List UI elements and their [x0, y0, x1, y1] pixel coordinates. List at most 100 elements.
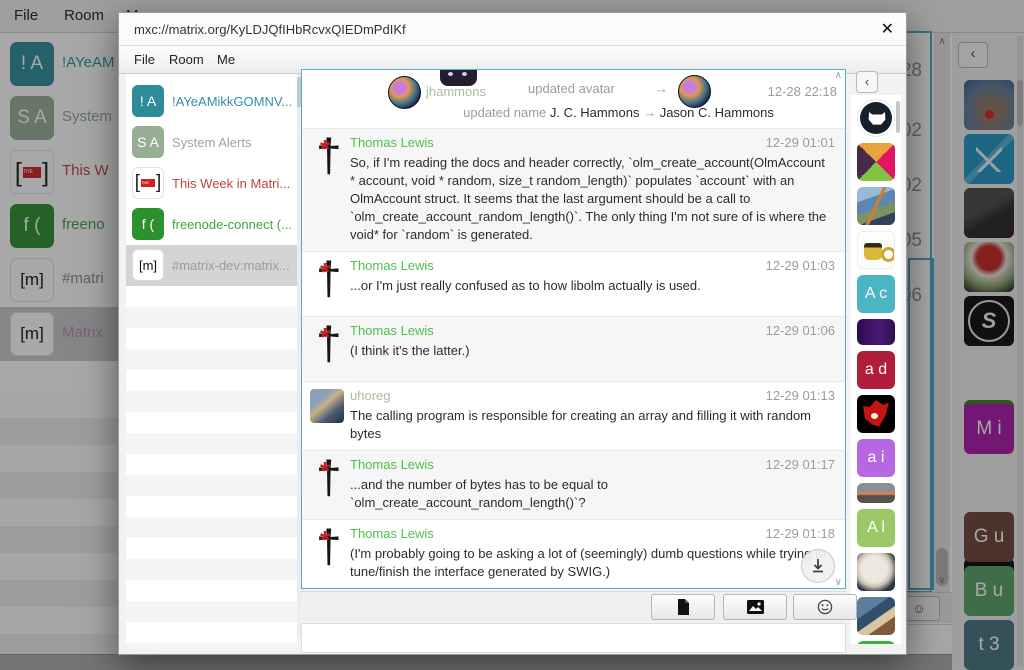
- member-avatar-al[interactable]: A l: [857, 509, 895, 547]
- member-avatar-puppy-photo[interactable]: [857, 553, 895, 591]
- thomas-lewis-avatar: †*: [310, 456, 344, 508]
- attach-file-button[interactable]: [651, 594, 715, 620]
- message-time: 12-29 01:18: [766, 526, 835, 541]
- message-time: 12-29 01:17: [766, 457, 835, 472]
- message-time: 12-29 01:06: [766, 323, 835, 338]
- state-message-row: jhammons updated avatar → 12-28 22:18 up…: [302, 70, 845, 128]
- room-avatar-the-week: [THE WEEK]: [132, 167, 164, 199]
- room-item[interactable]: f ( freenode-connect (...: [126, 204, 297, 245]
- dialog-titlebar[interactable]: mxc://matrix.org/KyLDJQfIHbRcvxQIEDmPdIK…: [119, 13, 906, 46]
- dialog-title: mxc://matrix.org/KyLDJQfIHbRcvxQIEDmPdIK…: [134, 22, 406, 37]
- thomas-lewis-avatar: †*: [310, 322, 344, 374]
- message-text: (I'm probably going to be asking a lot o…: [350, 545, 837, 581]
- message-time: 12-28 22:18: [768, 84, 837, 99]
- room-label: !AYeAMikkGOMNV...: [172, 94, 292, 109]
- message-time: 12-29 01:03: [766, 258, 835, 273]
- message-row: †* Thomas Lewis 12-29 01:01 So, if I'm re…: [302, 128, 845, 251]
- message-row: †* Thomas Lewis 12-29 01:03 ...or I'm jus…: [302, 251, 845, 316]
- jump-to-bottom-button[interactable]: [801, 549, 835, 583]
- sender-name: uhoreg: [350, 388, 390, 403]
- message-input[interactable]: [301, 623, 846, 653]
- thomas-lewis-avatar: †*: [310, 525, 344, 577]
- member-avatar-am[interactable]: a m: [857, 641, 895, 644]
- room-avatar: f (: [132, 208, 164, 240]
- new-name: Jason C. Hammons: [660, 105, 774, 120]
- message-time: 12-29 01:01: [766, 135, 835, 150]
- emoji-button[interactable]: [793, 594, 857, 620]
- attach-image-button[interactable]: [723, 594, 787, 620]
- sender-name: Thomas Lewis: [350, 135, 434, 150]
- sender-name: Thomas Lewis: [350, 457, 434, 472]
- message-text: ...and the number of bytes has to be equ…: [350, 476, 837, 512]
- old-name: J. C. Hammons: [550, 105, 640, 120]
- scroll-down-arrow-icon[interactable]: ∨: [835, 577, 842, 588]
- message-text: ...or I'm just really confused as to how…: [350, 277, 837, 295]
- menu-file[interactable]: File: [134, 52, 155, 67]
- member-avatar-diamonds[interactable]: [857, 143, 895, 181]
- member-list: A c a d a i A l a m: [851, 95, 901, 644]
- bracket: [: [135, 172, 140, 194]
- close-icon[interactable]: ✕: [881, 19, 894, 39]
- room-avatar: S A: [132, 126, 164, 158]
- member-avatar-scream-photo[interactable]: [857, 597, 895, 635]
- jhammons-new-avatar: [678, 75, 711, 108]
- chevron-left-icon: ‹: [865, 74, 869, 89]
- menu-room[interactable]: Room: [169, 52, 204, 67]
- room-list: ! A !AYeAMikkGOMNV... S A System Alerts …: [126, 74, 297, 649]
- sender-name: Thomas Lewis: [350, 258, 434, 273]
- screen: File Room Me ! A !AYeAM S A System [THE …: [0, 0, 1024, 670]
- menu-me[interactable]: Me: [217, 52, 235, 67]
- chat-area[interactable]: jhammons updated avatar → 12-28 22:18 up…: [301, 69, 846, 589]
- jump-to-bottom-icon: [810, 558, 826, 574]
- member-avatar-github[interactable]: [857, 99, 895, 137]
- room-item-selected[interactable]: [m] #matrix-dev:matrix...: [126, 245, 297, 286]
- message-row: †* Thomas Lewis 12-29 01:17 ...and the nu…: [302, 450, 845, 519]
- member-avatar-ac[interactable]: A c: [857, 275, 895, 313]
- thomas-lewis-avatar: †*: [310, 257, 344, 309]
- message-row: uhoreg 12-29 01:13 The calling program is…: [302, 381, 845, 450]
- message-text: So, if I'm reading the docs and header c…: [350, 154, 837, 244]
- image-icon: [747, 600, 764, 614]
- scroll-up-arrow-icon[interactable]: ∧: [835, 70, 842, 81]
- room-item[interactable]: S A System Alerts: [126, 122, 297, 163]
- bracket: ]: [156, 172, 161, 194]
- message-row: †* Thomas Lewis 12-29 01:06 (I think it's…: [302, 316, 845, 381]
- file-icon: [676, 599, 690, 615]
- message-text: (I think it's the latter.): [350, 342, 837, 360]
- composer-bar: [301, 591, 846, 621]
- uhoreg-avatar: [310, 389, 344, 423]
- member-avatar-coffee-mug[interactable]: [857, 231, 895, 269]
- state-action: updated avatar: [528, 81, 615, 96]
- thomas-lewis-avatar: †*: [310, 134, 344, 186]
- arrow-right-icon: →: [643, 105, 656, 120]
- member-avatar-demon[interactable]: [857, 395, 895, 433]
- message-text: The calling program is responsible for c…: [350, 407, 837, 443]
- room-label: #matrix-dev:matrix...: [172, 258, 290, 273]
- room-avatar-matrix: [m]: [132, 249, 164, 281]
- collapse-member-list-button[interactable]: ‹: [856, 71, 878, 93]
- room-avatar: ! A: [132, 85, 164, 117]
- smiley-icon: [817, 599, 833, 615]
- member-avatar-ad[interactable]: a d: [857, 351, 895, 389]
- sender-name: jhammons: [426, 84, 486, 99]
- room-item[interactable]: ! A !AYeAMikkGOMNV...: [126, 81, 297, 122]
- the-week-badge: THE WEEK: [141, 179, 155, 187]
- member-avatar-ai[interactable]: a i: [857, 439, 895, 477]
- member-avatar-glider-photo[interactable]: [857, 187, 895, 225]
- room-label: This Week in Matri...: [172, 176, 290, 191]
- sender-name: Thomas Lewis: [350, 526, 434, 541]
- room-label: System Alerts: [172, 135, 251, 150]
- member-avatar-sunset-photo[interactable]: [857, 483, 895, 503]
- room-list-empty-rows: [126, 286, 297, 649]
- member-list-scrollbar-thumb[interactable]: [896, 101, 900, 133]
- sender-name: Thomas Lewis: [350, 323, 434, 338]
- message-time: 12-29 01:13: [766, 388, 835, 403]
- room-label: freenode-connect (...: [172, 217, 292, 232]
- state-action-2: updated name J. C. Hammons → Jason C. Ha…: [392, 105, 845, 120]
- image-viewer-dialog: mxc://matrix.org/KyLDJQfIHbRcvxQIEDmPdIK…: [118, 12, 907, 655]
- member-avatar-purple-banner[interactable]: [857, 319, 895, 345]
- state-action-label: updated name: [463, 105, 546, 120]
- arrow-right-icon: →: [655, 81, 668, 96]
- message-row: uhoreg12-29 01:23: [302, 588, 845, 589]
- room-item[interactable]: [THE WEEK] This Week in Matri...: [126, 163, 297, 204]
